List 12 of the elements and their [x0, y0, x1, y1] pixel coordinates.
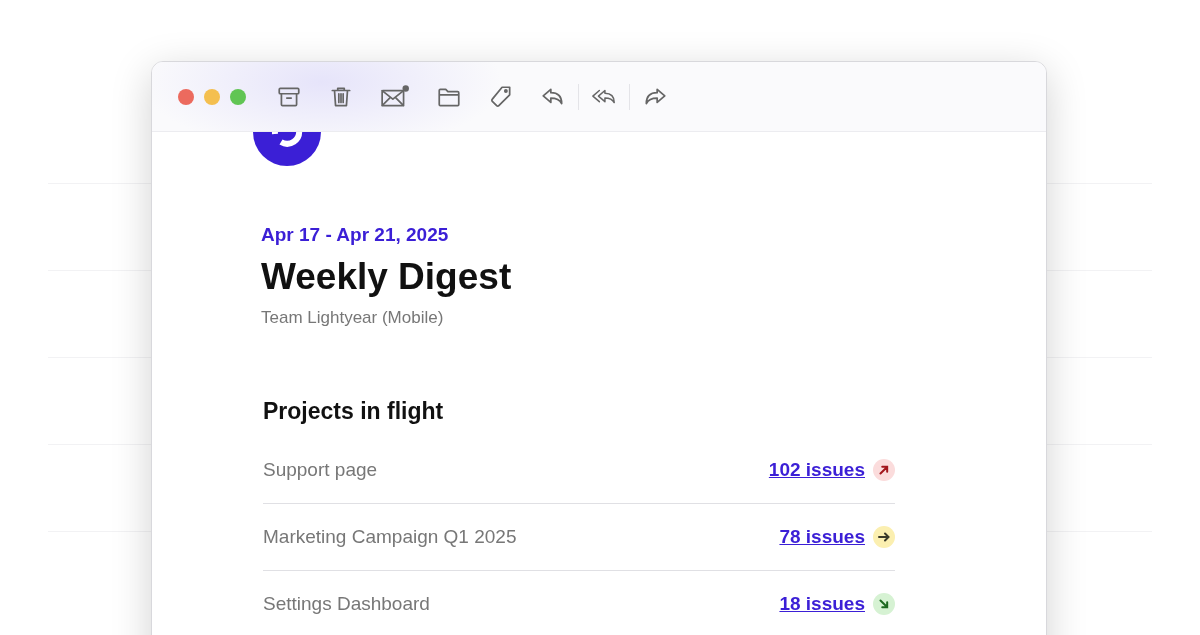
email-title: Weekly Digest — [261, 256, 513, 298]
close-window-button[interactable] — [178, 88, 194, 105]
issues-link[interactable]: 18 issues — [779, 593, 865, 615]
project-name: Marketing Campaign Q1 2025 — [263, 526, 518, 548]
date-range: Apr 17 - Apr 21, 2025 — [261, 224, 450, 246]
tag-icon[interactable] — [488, 83, 514, 110]
issues-link[interactable]: 102 issues — [768, 459, 865, 481]
section-title: Projects in flight — [263, 398, 445, 425]
issues-link[interactable]: 78 issues — [779, 526, 865, 548]
project-name: Settings Dashboard — [263, 593, 431, 615]
team-name: Team Lightyear (Mobile) — [261, 308, 445, 328]
project-name: Support page — [263, 459, 379, 481]
